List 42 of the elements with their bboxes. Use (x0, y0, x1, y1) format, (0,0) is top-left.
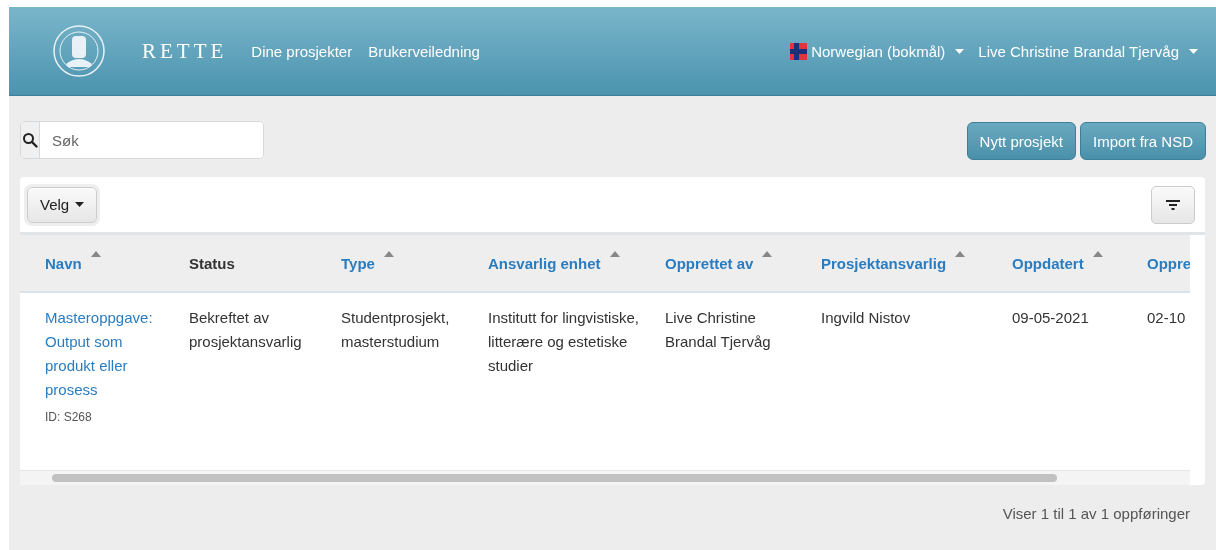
nav-link[interactable]: Brukerveiledning (368, 42, 480, 60)
select-button[interactable]: Velg (27, 186, 98, 223)
project-link[interactable]: Masteroppgave: Output som produkt eller prosess (45, 306, 163, 402)
column-header[interactable]: Prosjektansvarlig (821, 254, 947, 272)
column-header[interactable]: Ansvarlig enhet (488, 254, 601, 272)
table-cell-text: 09-05-2021 (1012, 308, 1090, 328)
action-button[interactable]: Nytt prosjekt (966, 122, 1076, 160)
search-icon (22, 132, 38, 148)
nav-link[interactable]: Dine prosjekter (251, 42, 353, 60)
sort-caret-icon (1092, 250, 1103, 257)
sort-caret-icon (383, 250, 394, 257)
language-dropdown[interactable]: Norwegian (bokmål) (790, 42, 965, 60)
column-header[interactable]: Oppre (1147, 254, 1190, 272)
caret-icon (1189, 48, 1198, 54)
table-cell-text: Live Christine Brandal Tjervåg (665, 308, 772, 352)
flag-icon (790, 42, 808, 60)
column-header[interactable]: Navn (45, 254, 82, 272)
table-cell-text: 02-10 (1147, 308, 1187, 328)
filter-button[interactable] (1151, 185, 1195, 224)
column-header: Status (189, 254, 235, 272)
table-cell-text: Ingvild Nistov (821, 308, 912, 328)
table-cell-text: Institutt for lingvistiske, litterære og estetiske studier (488, 308, 640, 376)
sort-caret-icon (609, 250, 620, 257)
column-header[interactable]: Oppdatert (1012, 254, 1084, 272)
user-dropdown[interactable]: Live Christine Brandal Tjervåg (978, 42, 1198, 60)
search-field[interactable]: Søk (20, 121, 264, 159)
column-header[interactable]: Type (341, 254, 375, 272)
project-id: ID: S268 (45, 410, 93, 424)
caret-icon (955, 48, 965, 54)
filter-icon (1166, 199, 1180, 210)
scrollbar-thumb[interactable] (52, 474, 1057, 482)
table-cell-text: Studentprosjekt, masterstudium (341, 308, 451, 352)
entries-info: Viser 1 til 1 av 1 oppføringer (1002, 505, 1190, 522)
sort-caret-icon (955, 250, 966, 257)
sort-caret-icon (762, 250, 773, 257)
caret-icon (75, 202, 85, 207)
column-header[interactable]: Opprettet av (665, 254, 754, 272)
table-cell-text: Bekreftet av prosjektansvarlig (189, 308, 303, 352)
action-button[interactable]: Import fra NSD (1079, 122, 1206, 160)
university-seal-icon (52, 24, 106, 78)
sort-caret-icon (90, 250, 101, 257)
brand-title: RETTE (142, 38, 228, 64)
